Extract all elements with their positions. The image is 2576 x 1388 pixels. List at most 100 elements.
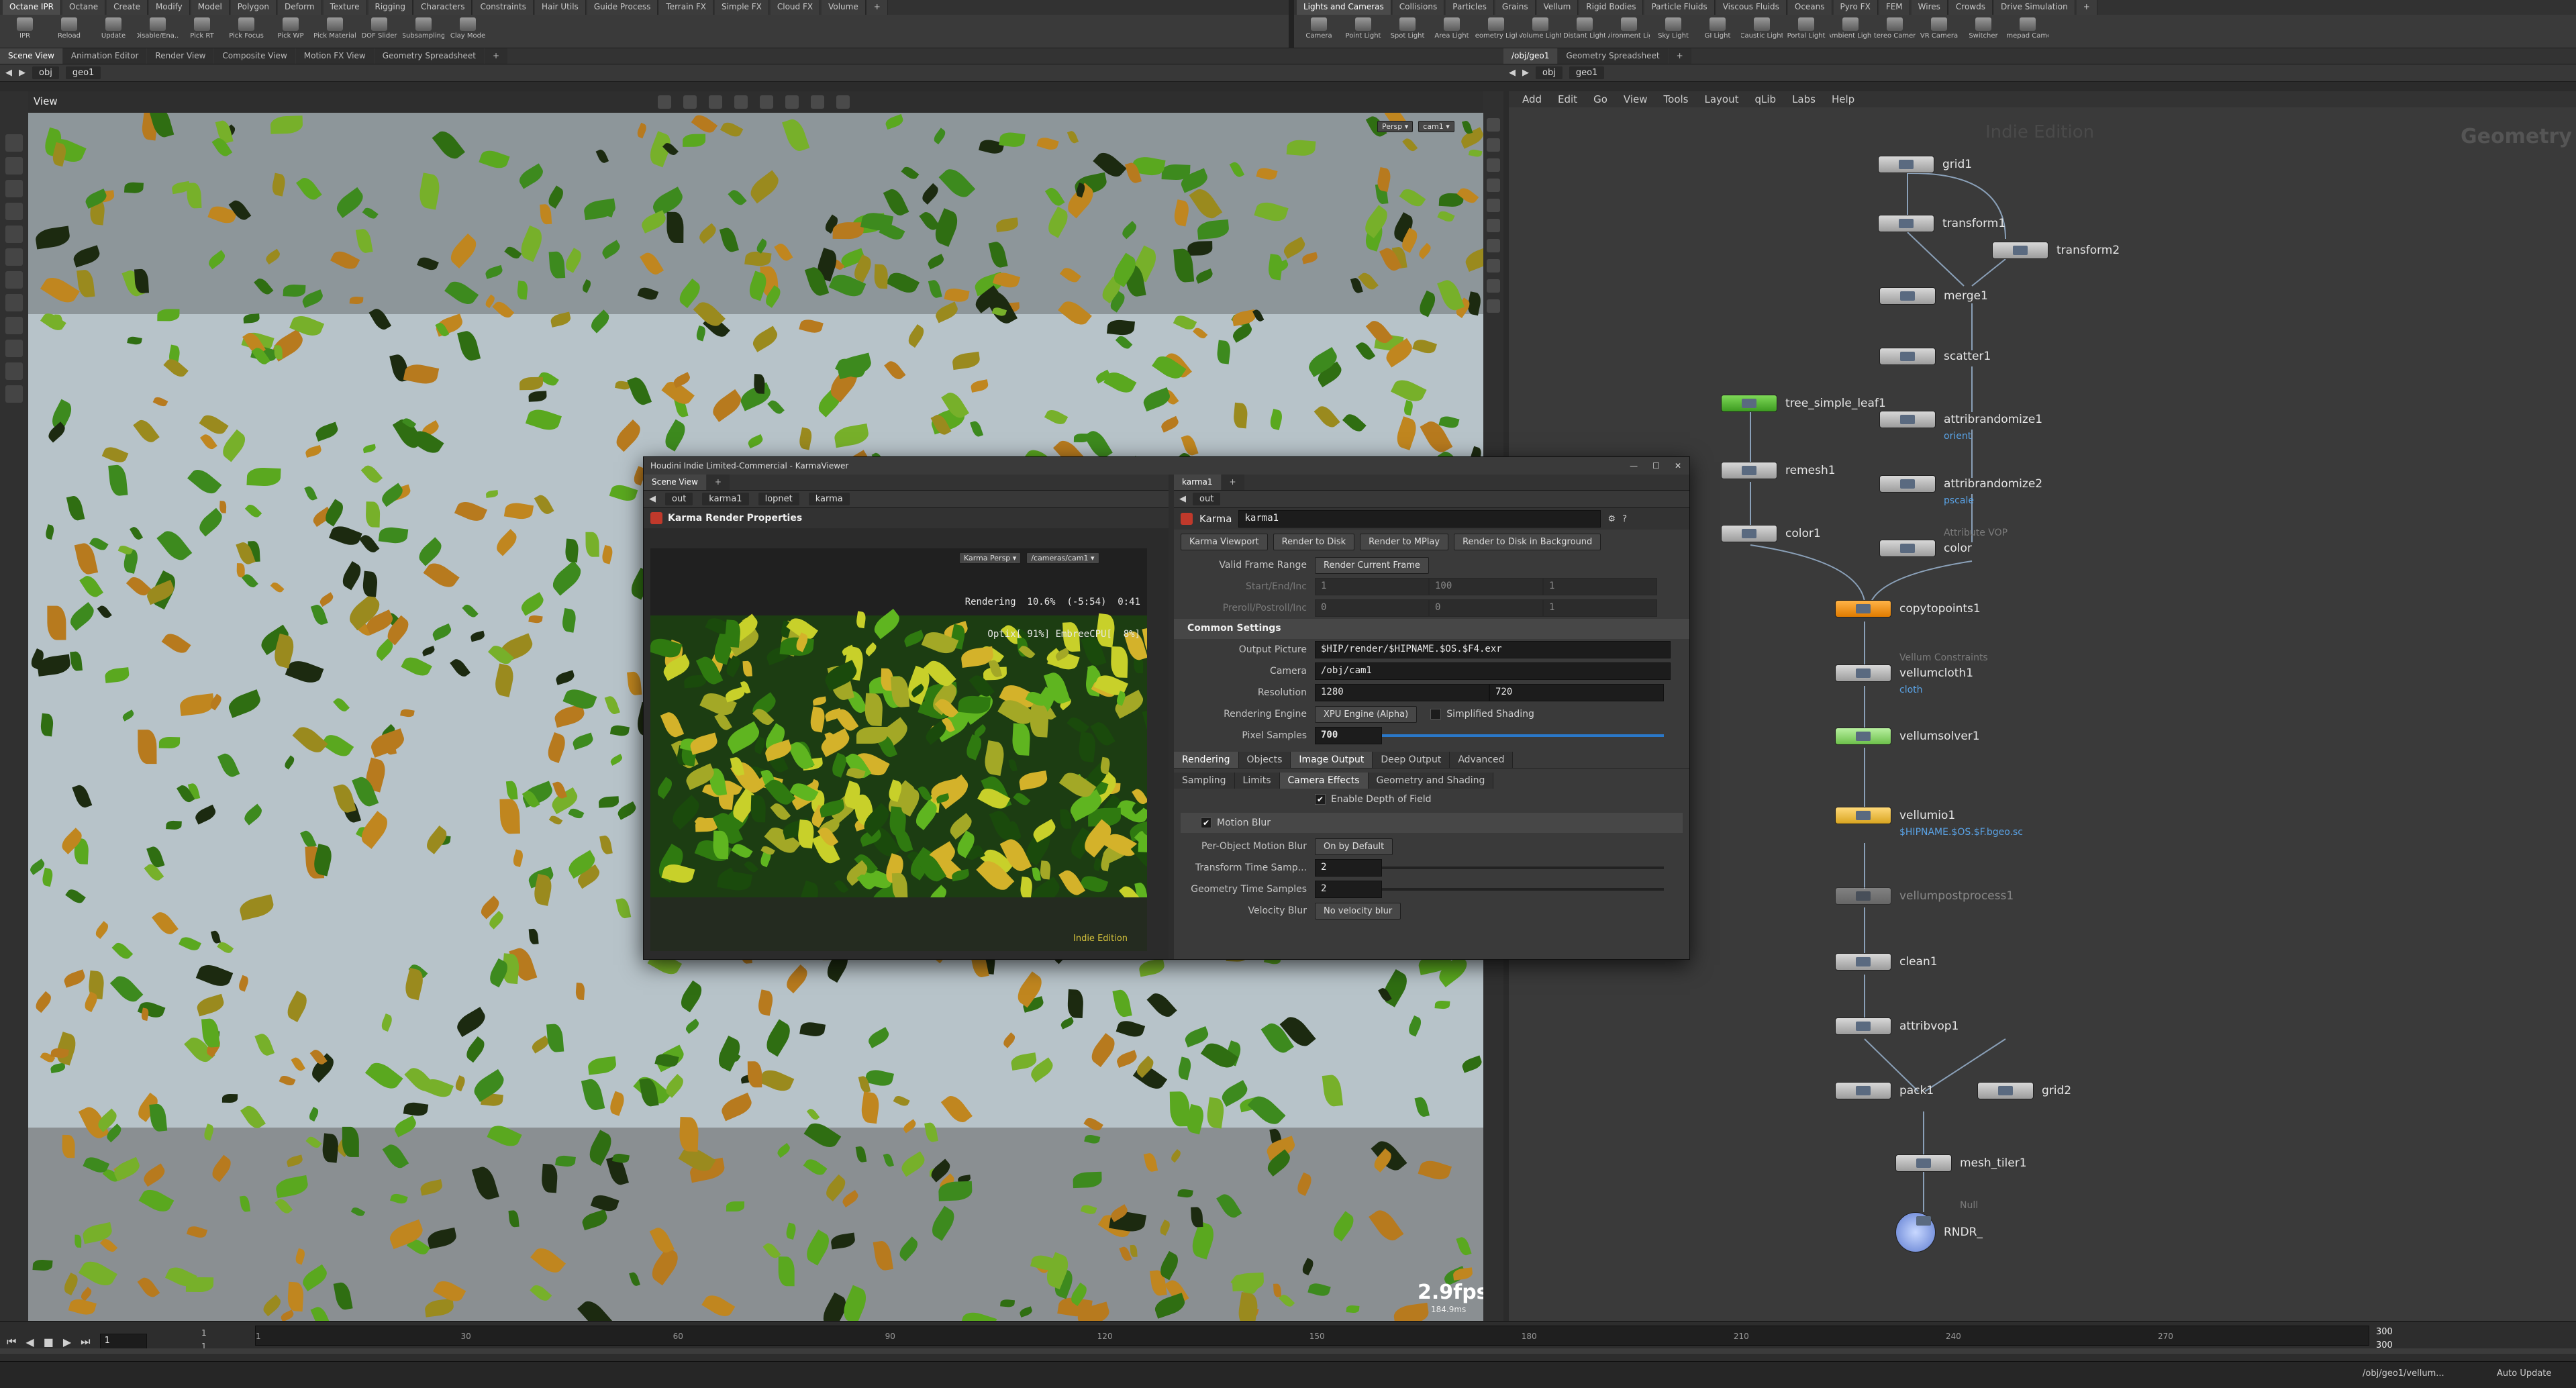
shelf-tab-oceans[interactable]: Oceans — [1787, 0, 1832, 15]
pane-divider[interactable] — [1289, 0, 1294, 48]
pane-tab-obj-geo1[interactable]: /obj/geo1 — [1503, 48, 1558, 64]
tab-rendering[interactable]: Rendering — [1174, 752, 1239, 768]
shelf-tab-grains[interactable]: Grains — [1495, 0, 1536, 15]
select-icon[interactable] — [658, 95, 671, 109]
node-transform1[interactable]: transform1 — [1878, 215, 2005, 232]
auto-update-menu[interactable]: Auto Update — [2497, 1369, 2551, 1379]
node-color1[interactable]: color1 — [1721, 525, 1821, 542]
node-body[interactable] — [1879, 475, 1936, 493]
shelf-tool-area-light[interactable]: Area Light — [1431, 17, 1473, 40]
button-render-to-disk-in-background[interactable]: Render to Disk in Background — [1454, 534, 1601, 550]
postroll-field[interactable]: 0 — [1429, 599, 1543, 617]
node-body[interactable] — [1721, 462, 1777, 479]
karma-render-canvas[interactable]: Karma Persp ▾ /cameras/cam1 ▾ Rendering … — [650, 548, 1147, 951]
node-tree-simple-leaf1[interactable]: tree_simple_leaf1 — [1721, 395, 1886, 412]
shelf-tab-viscous-fluids[interactable]: Viscous Fluids — [1716, 0, 1787, 15]
node-body[interactable] — [1721, 525, 1777, 542]
node-mesh-tiler1[interactable]: mesh_tiler1 — [1895, 1154, 2027, 1172]
node-body[interactable] — [1895, 1212, 1936, 1252]
karma-cam-menu[interactable]: /cameras/cam1 ▾ — [1026, 552, 1099, 564]
shelf-tool-pick-wp[interactable]: Pick WP — [270, 17, 311, 40]
snap-icon[interactable] — [734, 95, 748, 109]
shelf-tab-texture[interactable]: Texture — [323, 0, 367, 15]
visibility-icon[interactable] — [1487, 279, 1500, 293]
shelf-tool-pick-rt[interactable]: Pick RT — [181, 17, 223, 40]
shelf-tool-gamepad-camera[interactable]: Gamepad Camera — [2007, 17, 2048, 40]
tts-field[interactable]: 2 — [1315, 859, 1382, 877]
pixel-samples-field[interactable]: 700 — [1315, 727, 1382, 744]
breadcrumb-geo1[interactable]: geo1 — [1569, 66, 1605, 79]
handle-tool-icon[interactable] — [5, 248, 23, 266]
tab-advanced[interactable]: Advanced — [1450, 752, 1514, 768]
button-render-to-mplay[interactable]: Render to MPlay — [1360, 534, 1449, 550]
shelf-tab-octane[interactable]: Octane — [62, 0, 106, 15]
valid-frame-menu[interactable]: Render Current Frame — [1315, 556, 1429, 574]
jump-end-icon[interactable]: ⏭ — [81, 1335, 90, 1348]
node-body[interactable] — [1835, 1082, 1891, 1099]
pane-tab-plus[interactable]: + — [1221, 475, 1244, 490]
step-back-icon[interactable]: ◀ — [26, 1336, 34, 1348]
pomb-menu[interactable]: On by Default — [1315, 838, 1393, 855]
tab-image-output[interactable]: Image Output — [1291, 752, 1373, 768]
engine-menu[interactable]: XPU Engine (Alpha) — [1315, 705, 1418, 723]
pane-tab-plus[interactable]: + — [706, 475, 730, 490]
node-grid1[interactable]: grid1 — [1878, 156, 1972, 173]
shelf-tool-distant-light[interactable]: Distant Light — [1564, 17, 1605, 40]
camera-icon[interactable] — [1487, 138, 1500, 152]
shelf-tool-ambient-light[interactable]: Ambient Light — [1830, 17, 1871, 40]
end-field[interactable]: 100 — [1429, 578, 1543, 595]
tab-deep-output[interactable]: Deep Output — [1373, 752, 1450, 768]
shelf-tool-caustic-light[interactable]: Caustic Light — [1741, 17, 1783, 40]
normals-icon[interactable] — [1487, 259, 1500, 272]
current-frame-field[interactable]: 1 — [99, 1334, 147, 1350]
pane-tab-plus[interactable]: + — [484, 48, 507, 64]
shelf-tool-switcher[interactable]: Switcher — [1963, 17, 2004, 40]
breadcrumb-out[interactable]: out — [1193, 493, 1221, 505]
node-scatter1[interactable]: scatter1 — [1879, 348, 1991, 365]
lock-icon[interactable] — [1487, 118, 1500, 132]
pose-tool-icon[interactable] — [5, 226, 23, 243]
shelf-tab-create[interactable]: Create — [107, 0, 148, 15]
subtab-sampling[interactable]: Sampling — [1174, 773, 1235, 789]
minimize-icon[interactable]: — — [1630, 461, 1638, 470]
view-tool-icon[interactable] — [5, 271, 23, 289]
shelf-tool-camera[interactable]: Camera — [1298, 17, 1340, 40]
shelf-tool-pick-material[interactable]: Pick Material — [314, 17, 356, 40]
node-grid2[interactable]: grid2 — [1977, 1082, 2071, 1099]
pane-tab-plus[interactable]: + — [1668, 48, 1691, 64]
node-transform2[interactable]: transform2 — [1992, 242, 2120, 259]
wireframe-icon[interactable] — [1487, 199, 1500, 212]
pane-tab-animation-editor[interactable]: Animation Editor — [62, 48, 147, 64]
render-icon[interactable] — [836, 95, 850, 109]
back-arrow-icon[interactable]: ◀ — [649, 494, 656, 504]
simplified-shading-checkbox[interactable] — [1430, 709, 1442, 720]
subtab-camera-effects[interactable]: Camera Effects — [1279, 773, 1369, 789]
help-icon[interactable]: ? — [1622, 514, 1627, 524]
inc-field[interactable]: 1 — [1543, 578, 1657, 595]
breadcrumb-karma[interactable]: karma — [808, 493, 850, 505]
shelf-tab-vellum[interactable]: Vellum — [1536, 0, 1579, 15]
shelf-tab-terrain-fx[interactable]: Terrain FX — [659, 0, 713, 15]
persp-menu[interactable]: Persp ▾ — [1377, 121, 1414, 132]
node-body[interactable] — [1879, 287, 1936, 305]
camera-field[interactable]: /obj/cam1 — [1315, 662, 1671, 680]
shelf-tab-hair-utils[interactable]: Hair Utils — [534, 0, 586, 15]
measure-icon[interactable] — [5, 385, 23, 403]
shelf-tab-guide-process[interactable]: Guide Process — [587, 0, 658, 15]
shelf-tab-plus[interactable]: + — [2076, 0, 2097, 15]
node-body[interactable] — [1878, 215, 1934, 232]
shelf-tab-volume[interactable]: Volume — [822, 0, 866, 15]
pane-tab-composite-view[interactable]: Composite View — [214, 48, 295, 64]
shelf-tab-octane-ipr[interactable]: Octane IPR — [3, 0, 62, 15]
button-karma-viewport[interactable]: Karma Viewport — [1181, 534, 1268, 550]
tab-objects[interactable]: Objects — [1238, 752, 1291, 768]
node-body[interactable] — [1835, 953, 1891, 971]
shelf-tool-sky-light[interactable]: Sky Light — [1652, 17, 1694, 40]
brush-icon[interactable] — [5, 317, 23, 334]
move-tool-icon[interactable] — [5, 157, 23, 175]
close-icon[interactable]: ✕ — [1675, 461, 1681, 470]
common-settings-header[interactable]: Common Settings — [1174, 619, 1689, 639]
node-body[interactable] — [1879, 348, 1936, 365]
pane-tab-scene-view[interactable]: Scene View — [644, 475, 706, 490]
shelf-tool-spot-light[interactable]: Spot Light — [1387, 17, 1428, 40]
